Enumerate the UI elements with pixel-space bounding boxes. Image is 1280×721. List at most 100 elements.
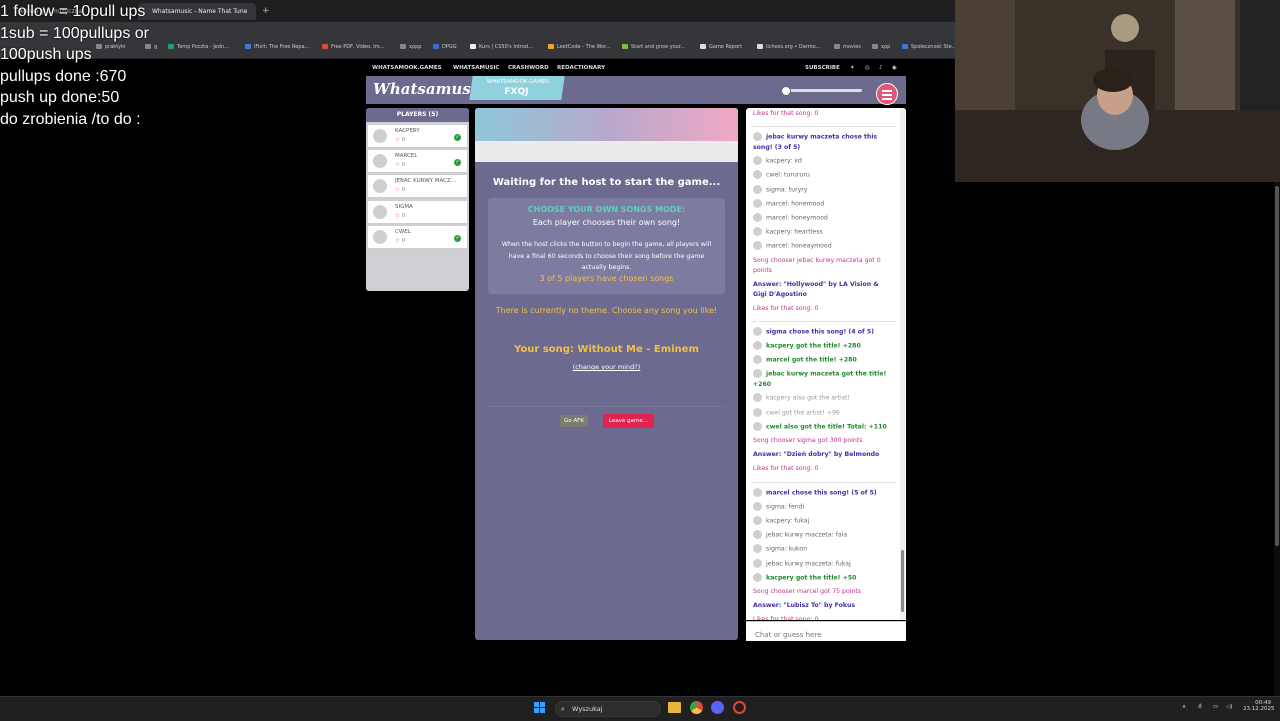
chat-text: Song chooser sigma got 300 points xyxy=(753,437,863,444)
volume-slider[interactable] xyxy=(781,86,862,96)
room-badge: WHATSAMOOK.GAMES FXQJ xyxy=(469,76,565,100)
bookmark-icon xyxy=(700,44,706,49)
mode-subtitle: Each player chooses their own song! xyxy=(532,218,681,227)
chrome-icon[interactable] xyxy=(690,701,703,714)
chat-input-wrapper xyxy=(746,621,907,645)
chat-text: Answer: "Dzień dobry" by Belmondo xyxy=(753,451,880,459)
avatar xyxy=(753,341,762,350)
subscribe-link[interactable]: SUBSCRIBE xyxy=(805,65,840,71)
discord-taskbar-icon[interactable] xyxy=(711,701,724,714)
instagram-icon[interactable]: ◎ xyxy=(865,65,870,71)
volume-icon[interactable]: ◁) xyxy=(1226,704,1232,710)
bookmark-item[interactable]: Temp Poczta - Jedn... xyxy=(168,44,229,50)
tiktok-icon[interactable]: ♪ xyxy=(879,65,883,71)
theme-message: There is currently no theme. Choose any … xyxy=(495,306,718,315)
change-mind-link[interactable]: (change your mind?) xyxy=(475,363,738,371)
chat-line: Likes for that song: 0 xyxy=(753,464,893,474)
hamburger-menu-button[interactable] xyxy=(876,83,898,105)
bookmark-item[interactable]: Społeczność Ste... xyxy=(902,44,956,50)
divider xyxy=(488,406,725,407)
bookmark-item[interactable]: xpp xyxy=(872,44,890,50)
nav-crashword[interactable]: CRASHWORD xyxy=(508,65,549,71)
site-logo[interactable]: Whatsamusic xyxy=(373,80,486,98)
bookmark-label: movies xyxy=(843,44,861,50)
chrome-alt-icon[interactable] xyxy=(733,701,746,714)
overlay-line: 1sub = 100pullups or xyxy=(0,24,149,42)
bookmark-item[interactable]: Free PDF, Video, Im... xyxy=(322,44,384,50)
network-icon[interactable]: ▭ xyxy=(1213,704,1218,710)
go-afk-button[interactable]: Go AFK xyxy=(560,415,588,427)
avatar xyxy=(753,132,762,142)
bookmark-item[interactable]: Game Report xyxy=(700,44,742,50)
chat-text: jebac kurwy maczeta: fukaj xyxy=(766,560,851,568)
site-header: Whatsamusic WHATSAMOOK.GAMES FXQJ xyxy=(366,76,906,105)
player-score: ☆ 0 xyxy=(395,238,406,244)
taskbar-clock[interactable]: 00:49 23.12.2025 xyxy=(1243,700,1275,712)
chat-separator xyxy=(751,320,896,322)
chat-text: kacpery: fukaj xyxy=(766,517,810,525)
windows-start-icon[interactable] xyxy=(534,702,546,714)
leave-game-button[interactable]: Leave game... xyxy=(603,414,654,428)
chat-text: cwel got the artist! +96 xyxy=(766,409,840,417)
site-top-nav: WHATSAMOOK.GAMES WHATSAMUSIC CRASHWORD R… xyxy=(366,62,906,76)
bookmark-item[interactable]: iFixit: The Free Repa... xyxy=(245,44,309,50)
tray-chevron-icon[interactable]: ∧ xyxy=(1182,704,1186,710)
discord-icon[interactable]: ◉ xyxy=(892,65,897,71)
new-tab-button[interactable]: + xyxy=(258,3,272,20)
taskbar-search[interactable]: ⌕ Wyszukaj xyxy=(555,701,661,717)
chat-panel[interactable]: Likes for that song: 0 jebac kurwy maczet… xyxy=(746,108,906,620)
bookmark-item[interactable]: DPGG xyxy=(433,44,457,50)
bookmark-item[interactable]: LeetCode - The Wor... xyxy=(548,44,611,50)
bookmark-item[interactable]: lichess.org • Darmo... xyxy=(757,44,820,50)
chat-input[interactable] xyxy=(753,625,907,645)
nav-whatsamusic[interactable]: WHATSAMUSIC xyxy=(453,65,499,71)
chat-text: sigma: turyry xyxy=(766,186,808,194)
chat-line: sigma: turyry xyxy=(753,184,893,196)
chat-text: Likes for that song: 0 xyxy=(753,465,819,473)
chat-text: kacpery got the title! +50 xyxy=(766,574,857,582)
page-scrollbar-thumb[interactable] xyxy=(1275,186,1279,546)
player-score: ☆ 0 xyxy=(395,187,406,193)
bookmark-icon xyxy=(834,44,840,49)
webcam-feed xyxy=(955,0,1280,182)
player-card: MARCEL ☆ 0 ✓ xyxy=(368,150,467,173)
avatar xyxy=(753,213,762,222)
bookmark-item[interactable]: xppp xyxy=(400,44,421,50)
chat-text: kacpery: xd xyxy=(766,157,802,165)
chat-line: marcel got the title! +280 xyxy=(753,355,893,366)
browser-tab-2[interactable]: Whatsamusic - Name That Tune xyxy=(138,3,256,20)
volume-slider-knob[interactable] xyxy=(781,86,791,96)
bookmark-label: xpp xyxy=(881,44,891,50)
bookmark-label: Free PDF, Video, Im... xyxy=(331,44,385,50)
chat-scrollbar[interactable] xyxy=(900,108,905,620)
mode-description: When the host clicks the button to begin… xyxy=(501,241,712,271)
bookmark-item[interactable]: Kurs | CS50's Introd... xyxy=(470,44,533,50)
chat-line: marcel: honemood xyxy=(753,198,893,210)
clock-date: 23.12.2025 xyxy=(1243,706,1275,712)
avatar xyxy=(753,530,762,540)
bookmark-item[interactable]: Start and grow your... xyxy=(622,44,685,50)
file-explorer-icon[interactable] xyxy=(668,702,681,713)
avatar xyxy=(753,198,762,208)
bookmark-icon xyxy=(548,44,554,49)
nav-redactionary[interactable]: REDACTIONARY xyxy=(557,65,605,71)
nav-whatsamook[interactable]: WHATSAMOOK.GAMES xyxy=(372,65,442,71)
avatar xyxy=(373,179,387,193)
stream-overlay-text: 1 follow = 10pull ups 1sub = 100pullups … xyxy=(0,1,149,130)
bookmark-icon xyxy=(433,44,439,49)
chat-scrollbar-thumb[interactable] xyxy=(901,550,904,612)
bookmark-item[interactable]: movies xyxy=(834,44,861,50)
chat-line: sigma chose this song! (4 of 5) xyxy=(753,326,893,338)
player-score: ☆ 0 xyxy=(395,137,406,143)
bookmark-icon xyxy=(757,44,763,49)
microphone-icon[interactable]: ♁ xyxy=(1198,704,1202,710)
star-icon: ☆ xyxy=(395,238,400,244)
chat-line: Likes for that song: 0 xyxy=(753,304,893,314)
avatar xyxy=(753,407,762,417)
bookmark-label: xppp xyxy=(409,44,422,50)
players-panel: PLAYERS (5) KACPERY ☆ 0 ✓ MARCEL ☆ 0 ✓ J… xyxy=(366,108,469,291)
taskbar-search-label: Wyszukaj xyxy=(572,705,603,713)
twitter-icon[interactable]: ✦ xyxy=(850,65,855,71)
chat-line: kacpery got the title! +50 xyxy=(753,572,893,584)
avatar xyxy=(753,355,762,365)
